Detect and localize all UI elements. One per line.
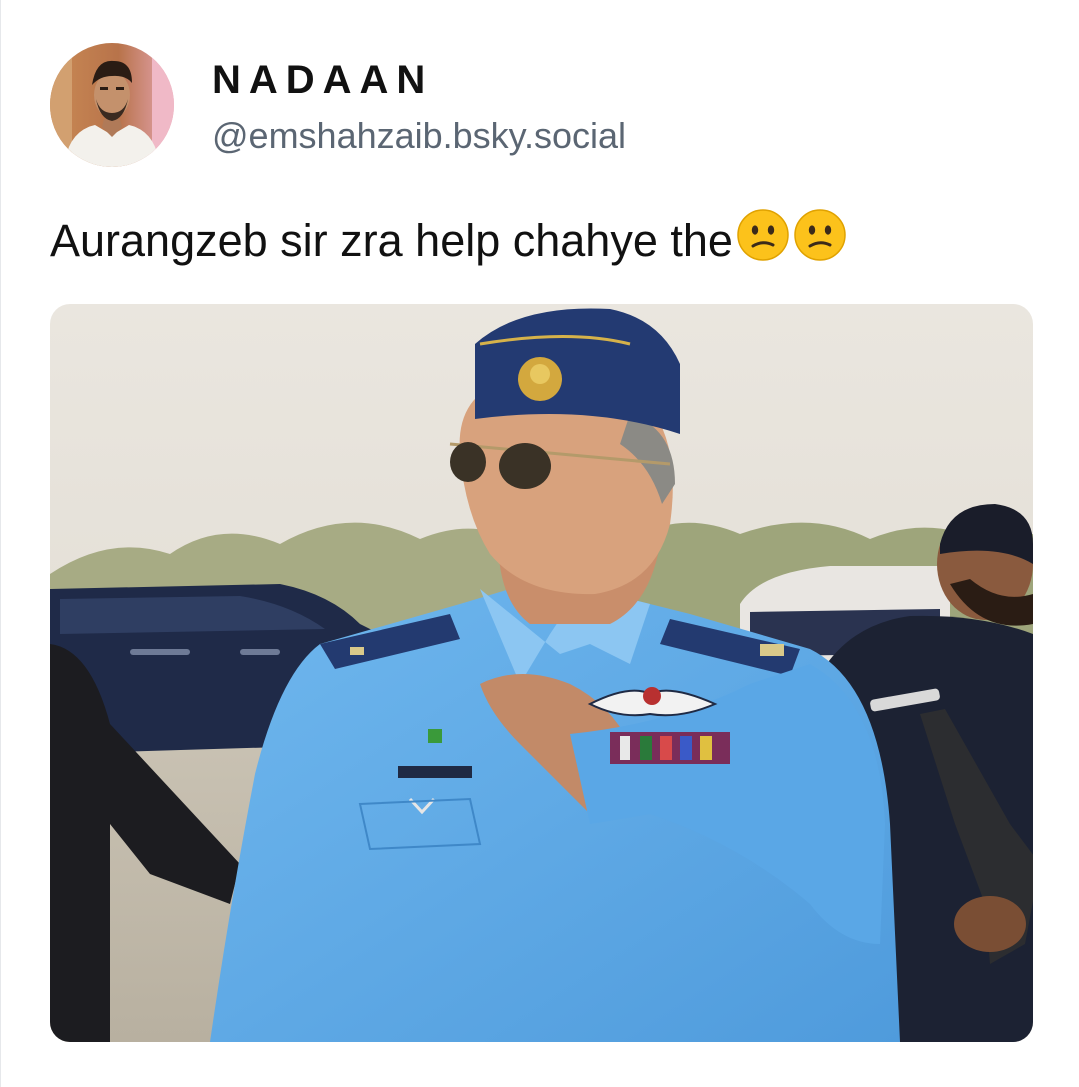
photo-officer-in-uniform bbox=[50, 304, 1033, 1042]
confused-face-icon bbox=[793, 208, 847, 277]
avatar[interactable] bbox=[50, 43, 174, 167]
author-handle[interactable]: @emshahzaib.bsky.social bbox=[212, 114, 626, 158]
post-image[interactable] bbox=[50, 304, 1033, 1042]
post-text-content: Aurangzeb sir zra help chahye the bbox=[50, 215, 733, 266]
avatar-photo bbox=[50, 43, 174, 167]
confused-face-icon bbox=[736, 208, 790, 277]
post-card: NADAAN @emshahzaib.bsky.social Aurangzeb… bbox=[0, 0, 1079, 1087]
post-text: Aurangzeb sir zra help chahye the bbox=[50, 208, 847, 277]
author-display-name[interactable]: NADAAN bbox=[212, 56, 433, 104]
